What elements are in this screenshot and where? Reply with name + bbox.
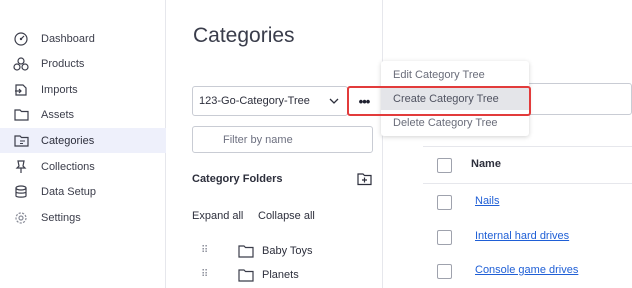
sidebar-item-label: Settings bbox=[41, 211, 81, 224]
sidebar: Dashboard Products Imports Assets Catego… bbox=[0, 0, 166, 288]
folder-icon bbox=[238, 268, 254, 282]
category-link[interactable]: Internal hard drives bbox=[475, 230, 569, 242]
row-checkbox[interactable] bbox=[437, 264, 452, 279]
row-checkbox[interactable] bbox=[437, 230, 452, 245]
sidebar-item-settings[interactable]: Settings bbox=[0, 205, 166, 230]
sidebar-item-label: Products bbox=[41, 57, 85, 70]
folder-name: Baby Toys bbox=[262, 245, 313, 257]
category-tree-select-value: 123-Go-Category-Tree bbox=[199, 95, 310, 107]
chevron-down-icon bbox=[327, 94, 341, 108]
folder-icon bbox=[13, 107, 29, 123]
folder-row-planets[interactable]: ⠿ Planets bbox=[166, 265, 382, 287]
sidebar-item-data-setup[interactable]: Data Setup bbox=[0, 179, 166, 204]
folder-icon bbox=[238, 244, 254, 258]
sidebar-item-label: Assets bbox=[41, 108, 75, 121]
categories-icon bbox=[13, 133, 29, 149]
table-row: Internal hard drives bbox=[423, 220, 632, 254]
folder-name: Planets bbox=[262, 269, 299, 281]
column-header-name[interactable]: Name bbox=[471, 158, 501, 170]
database-icon bbox=[13, 184, 29, 200]
category-folders-heading: Category Folders bbox=[192, 173, 283, 185]
sidebar-item-imports[interactable]: Imports bbox=[0, 77, 166, 102]
collapse-all-link[interactable]: Collapse all bbox=[258, 210, 315, 222]
gear-icon bbox=[13, 210, 29, 226]
category-link[interactable]: Nails bbox=[475, 195, 499, 207]
table-header: Name bbox=[423, 146, 632, 184]
sidebar-item-assets[interactable]: Assets bbox=[0, 102, 166, 127]
products-icon bbox=[13, 56, 29, 72]
sidebar-item-label: Dashboard bbox=[41, 32, 95, 45]
imports-icon bbox=[13, 82, 29, 98]
add-folder-icon[interactable] bbox=[357, 172, 372, 186]
category-link[interactable]: Console game drives bbox=[475, 264, 578, 276]
highlight-box bbox=[347, 86, 531, 116]
filter-input[interactable] bbox=[192, 126, 373, 153]
sidebar-item-label: Imports bbox=[41, 83, 78, 96]
menu-item-edit-category-tree[interactable]: Edit Category Tree bbox=[381, 63, 529, 86]
sidebar-item-label: Collections bbox=[41, 160, 95, 173]
drag-handle-icon[interactable]: ⠿ bbox=[201, 245, 208, 256]
sidebar-item-categories[interactable]: Categories bbox=[0, 128, 166, 153]
folder-row-baby-toys[interactable]: ⠿ Baby Toys bbox=[166, 241, 382, 263]
page-title: Categories bbox=[193, 24, 295, 47]
sidebar-item-label: Categories bbox=[41, 134, 95, 147]
drag-handle-icon[interactable]: ⠿ bbox=[201, 269, 208, 280]
expand-all-link[interactable]: Expand all bbox=[192, 210, 243, 222]
categories-panel: Categories 123-Go-Category-Tree ••• Cate… bbox=[166, 0, 383, 288]
main-content: e Name Nails Internal hard drives Consol… bbox=[383, 0, 632, 288]
row-checkbox[interactable] bbox=[437, 195, 452, 210]
sidebar-item-label: Data Setup bbox=[41, 185, 97, 198]
sidebar-item-collections[interactable]: Collections bbox=[0, 154, 166, 179]
sidebar-item-products[interactable]: Products bbox=[0, 51, 166, 76]
select-all-checkbox[interactable] bbox=[437, 158, 452, 173]
collections-icon bbox=[13, 159, 29, 175]
dashboard-icon bbox=[13, 31, 29, 47]
table-row: Nails bbox=[423, 185, 632, 219]
sidebar-item-dashboard[interactable]: Dashboard bbox=[0, 26, 166, 51]
category-tree-select[interactable]: 123-Go-Category-Tree bbox=[192, 86, 348, 116]
table-row: Console game drives bbox=[423, 254, 632, 288]
